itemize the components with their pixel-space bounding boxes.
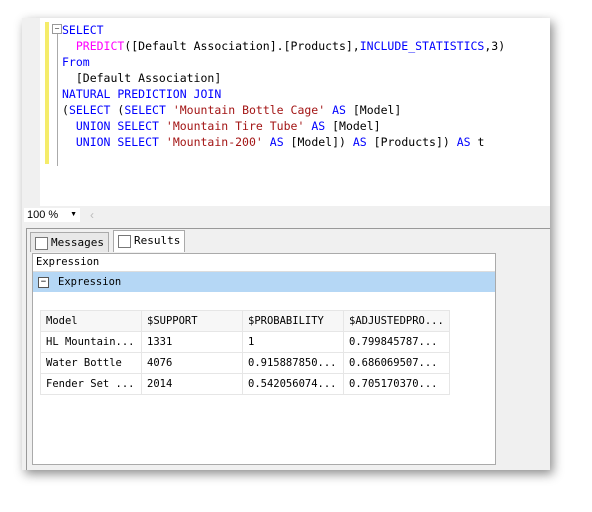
header-row: Model $SUPPORT $PROBABILITY $ADJUSTEDPRO…	[40, 310, 450, 332]
code-token: AS	[269, 135, 284, 149]
tab-label: Messages	[51, 236, 104, 249]
query-window: − SELECT PREDICT([Default Association].[…	[22, 18, 550, 470]
code-token: 'Mountain Bottle Cage'	[172, 103, 326, 117]
code-token: [Products])	[366, 135, 457, 149]
table-row[interactable]: Fender Set ... 2014 0.542056074... 0.705170…	[40, 373, 450, 395]
grid-icon	[118, 235, 131, 248]
code-token: UNION SELECT	[75, 119, 159, 133]
expression-row[interactable]: − Expression	[33, 272, 495, 292]
cell[interactable]: 0.915887850...	[242, 352, 344, 374]
column-header[interactable]: Expression	[33, 254, 495, 272]
tab-label: Results	[134, 234, 181, 247]
code-token: UNION SELECT	[75, 135, 159, 149]
code-token: [Model])	[283, 135, 353, 149]
zoom-bar: 100 % ▼ ‹	[22, 206, 550, 224]
code-line: (SELECT (SELECT 'Mountain Bottle Cage' A…	[62, 102, 505, 118]
code-token: 'Mountain Tire Tube'	[165, 119, 305, 133]
code-token: AS	[311, 119, 326, 133]
code-line: SELECT	[62, 22, 505, 38]
cell[interactable]: HL Mountain...	[40, 331, 142, 353]
cell[interactable]: 4076	[141, 352, 243, 374]
zoom-select[interactable]: 100 % ▼	[24, 208, 80, 222]
cell[interactable]: 0.799845787...	[343, 331, 450, 353]
collapse-icon[interactable]: −	[38, 277, 49, 288]
code-token: NATURAL PREDICTION JOIN	[62, 87, 222, 101]
code-token: SELECT	[68, 103, 111, 117]
code-token: (	[62, 103, 69, 117]
code-token: (	[110, 103, 125, 117]
tab-results[interactable]: Results	[113, 230, 186, 252]
chevron-down-icon: ▼	[70, 211, 77, 218]
code-token: [Default Association]	[62, 71, 222, 85]
cell[interactable]: 0.542056074...	[242, 373, 344, 395]
cell[interactable]: 1331	[141, 331, 243, 353]
nested-table: Model $SUPPORT $PROBABILITY $ADJUSTEDPRO…	[40, 310, 450, 395]
column-header[interactable]: $SUPPORT	[141, 310, 243, 332]
cell[interactable]: 1	[242, 331, 344, 353]
code-token: [Model]	[345, 103, 402, 117]
column-header[interactable]: $ADJUSTEDPRO...	[343, 310, 450, 332]
change-marker	[45, 22, 49, 164]
code-token: t	[470, 135, 485, 149]
code-token: ,3)	[484, 39, 506, 53]
code-token: ([Default Association].[Products],	[124, 39, 360, 53]
code-token: SELECT	[62, 23, 104, 37]
scroll-left-icon[interactable]: ‹	[90, 208, 94, 222]
code-token: [Model]	[325, 119, 381, 133]
cell[interactable]: 0.705170370...	[343, 373, 450, 395]
code-line: From	[62, 54, 505, 70]
code-token: From	[62, 55, 90, 69]
code-token: PREDICT	[75, 39, 125, 53]
column-header[interactable]: $PROBABILITY	[242, 310, 344, 332]
results-grid[interactable]: Expression − Expression Model $SUPPORT $P…	[32, 253, 496, 465]
code-token: 'Mountain-200'	[165, 135, 263, 149]
code-line: PREDICT([Default Association].[Products]…	[62, 38, 505, 54]
fold-line	[57, 34, 58, 166]
table-row[interactable]: Water Bottle 4076 0.915887850... 0.68606950…	[40, 352, 450, 374]
messages-icon	[35, 237, 48, 250]
sql-editor[interactable]: − SELECT PREDICT([Default Association].[…	[40, 18, 550, 206]
cell[interactable]: 0.686069507...	[343, 352, 450, 374]
cell[interactable]: 2014	[141, 373, 243, 395]
tab-messages[interactable]: Messages	[30, 232, 109, 252]
cell[interactable]: Fender Set ...	[40, 373, 142, 395]
cell[interactable]: Water Bottle	[40, 352, 142, 374]
column-header[interactable]: Model	[40, 310, 142, 332]
code-token: AS	[456, 135, 471, 149]
results-pane: Messages Results Expression − Expression …	[26, 228, 550, 470]
code-token: AS	[352, 135, 367, 149]
table-row[interactable]: HL Mountain... 1331 1 0.799845787...	[40, 331, 450, 353]
code-token: SELECT	[124, 103, 166, 117]
code-line: [Default Association]	[62, 70, 505, 86]
code-token: AS	[332, 103, 346, 117]
collapse-icon[interactable]: −	[52, 24, 62, 34]
zoom-value: 100 %	[27, 209, 59, 221]
sql-code[interactable]: SELECT PREDICT([Default Association].[Pr…	[62, 22, 505, 150]
code-line: UNION SELECT 'Mountain-200' AS [Model]) …	[62, 134, 505, 150]
code-line: UNION SELECT 'Mountain Tire Tube' AS [Mo…	[62, 118, 505, 134]
code-line: NATURAL PREDICTION JOIN	[62, 86, 505, 102]
code-token: INCLUDE_STATISTICS	[359, 39, 485, 53]
group-label: Expression	[58, 276, 122, 288]
